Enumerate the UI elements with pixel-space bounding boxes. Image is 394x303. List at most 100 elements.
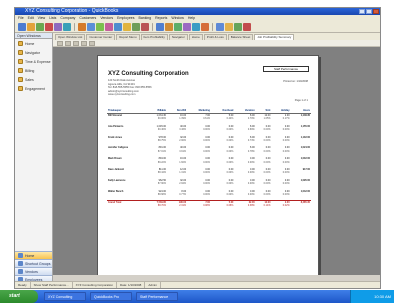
sidebar-item-sales[interactable]: Sales xyxy=(15,75,52,84)
sidebar-item-home[interactable]: Home xyxy=(15,39,52,48)
percent-cell: 0.70% xyxy=(247,117,255,121)
window-title: XYZ Consulting Corporation - QuickBooks xyxy=(25,8,119,14)
minimize-icon[interactable] xyxy=(359,9,365,14)
toolbar-button-icon[interactable] xyxy=(123,22,131,31)
close-icon[interactable] xyxy=(373,9,379,14)
percent-cell: 0.00% xyxy=(226,149,234,153)
percent-cell: 2.90% xyxy=(179,139,187,143)
company-name: XYZ Consulting Corporation xyxy=(108,71,189,77)
percent-cell: 0.00% xyxy=(263,139,271,143)
percent-cell: 2.31% xyxy=(179,204,187,208)
percent-cell: 0.00% xyxy=(282,171,290,175)
title-bar[interactable]: XYZ Consulting Corporation - QuickBooks xyxy=(15,8,380,15)
percent-cell: 2.92% xyxy=(179,182,187,186)
toolbar-button-icon[interactable] xyxy=(87,22,95,31)
toolbar-button-icon[interactable] xyxy=(201,22,209,31)
toolbar-button-icon[interactable] xyxy=(243,22,251,31)
toolbar-button-icon[interactable] xyxy=(141,22,149,31)
taskbar-task[interactable]: XYZ Consulting xyxy=(44,292,86,301)
toolbar-button-icon[interactable] xyxy=(18,22,26,31)
sidebar-item-billing[interactable]: Billing xyxy=(15,66,52,75)
toolbar-button-icon[interactable] xyxy=(183,22,191,31)
toolbar-button-icon[interactable] xyxy=(225,22,233,31)
print-icon[interactable] xyxy=(57,40,63,46)
percent-cell: 0.00% xyxy=(203,160,210,164)
percent-cell: 0.14% xyxy=(263,204,271,208)
app-window: XYZ Consulting Corporation - QuickBooks … xyxy=(14,7,381,289)
empty-cell xyxy=(291,139,311,142)
printed-date: Printed on: 1/10/2008 xyxy=(283,80,308,83)
icon-toolbar xyxy=(15,21,380,33)
next-page-icon[interactable] xyxy=(81,40,87,46)
percent-cell: 0.00% xyxy=(282,128,290,132)
maximize-icon[interactable] xyxy=(366,9,372,14)
sidebar-item-time-expense[interactable]: Time & Expense xyxy=(15,57,52,66)
engagement-icon xyxy=(18,86,23,91)
toolbar-button-icon[interactable] xyxy=(45,22,53,31)
percent-cell: 0.00% xyxy=(263,128,271,132)
toolbar-button-icon[interactable] xyxy=(114,22,122,31)
toolbar-button-icon[interactable] xyxy=(216,22,224,31)
toolbar-button-icon[interactable] xyxy=(36,22,44,31)
empty-cell xyxy=(291,204,311,207)
toolbar-button-icon[interactable] xyxy=(174,22,182,31)
percent-cell: 3.91% xyxy=(179,149,187,153)
sidebar: Open Windows Home Navigator Time & Expense… xyxy=(15,33,53,283)
export-icon[interactable] xyxy=(89,40,95,46)
percent-cell: 0.61% xyxy=(203,117,210,121)
sidebar-item-label: Engagement xyxy=(25,86,45,91)
status-field: Ready xyxy=(15,282,31,288)
sidebar-item-engagement[interactable]: Engagement xyxy=(15,84,52,93)
sidebar-button-home[interactable]: Home xyxy=(15,251,52,259)
empty-cell xyxy=(291,128,311,131)
toolbar-button-icon[interactable] xyxy=(105,22,113,31)
screenshot: XYZ Consulting Corporation - QuickBooks … xyxy=(0,0,394,303)
toolbar-button-icon[interactable] xyxy=(192,22,200,31)
toolbar-separator xyxy=(212,22,213,31)
sidebar-item-navigator[interactable]: Navigator xyxy=(15,48,52,57)
prev-page-icon[interactable] xyxy=(73,40,79,46)
report-toolbar xyxy=(53,40,380,47)
percent-cell: 0.00% xyxy=(203,139,210,143)
percent-cell: 87.01% xyxy=(157,149,166,153)
percent-cell: 0.00% xyxy=(203,193,210,197)
toolbar-button-icon[interactable] xyxy=(132,22,140,31)
navigator-icon xyxy=(18,50,23,55)
status-field: Date: 1/10/2008 xyxy=(117,282,146,288)
empty-cell xyxy=(291,161,311,164)
billing-icon xyxy=(18,68,23,73)
taskbar-task[interactable]: QuickBooks Pro xyxy=(90,292,132,301)
empty-cell xyxy=(291,193,311,196)
staff-performance-table: Timekeeper Billable Non-Bill Marketing Overh… xyxy=(107,109,311,212)
percent-cell: 90.06% xyxy=(157,117,166,121)
percent-cell: 0.00% xyxy=(226,182,234,186)
start-button[interactable]: start xyxy=(0,290,38,303)
percent-cell: 3.46% xyxy=(179,128,187,132)
percent-cell: 0.00% xyxy=(282,139,290,143)
toolbar-button-icon[interactable] xyxy=(156,22,164,31)
toolbar-button-icon[interactable] xyxy=(96,22,104,31)
sidebar-item-label: Home xyxy=(25,41,35,46)
toolbar-button-icon[interactable] xyxy=(165,22,173,31)
percent-cell: 88.44% xyxy=(157,171,166,175)
toolbar-button-icon[interactable] xyxy=(234,22,242,31)
report-preview-area[interactable]: Staff Performance XYZ Consulting Corpora… xyxy=(53,47,380,275)
empty-cell xyxy=(291,150,311,153)
toolbar-button-icon[interactable] xyxy=(27,22,35,31)
shortcut-icon xyxy=(18,261,23,266)
toolbar-button-icon[interactable] xyxy=(54,22,62,31)
taskbar-task[interactable]: Staff Performance xyxy=(136,292,178,301)
percent-cell: 1.05% xyxy=(263,117,271,121)
sidebar-buttons: Home Shortcut Groups Vendors Employees xyxy=(15,251,52,283)
zoom-icon[interactable] xyxy=(65,40,71,46)
sidebar-item-label: Billing xyxy=(25,68,35,73)
toolbar-button-icon[interactable] xyxy=(63,22,71,31)
sidebar-button-shortcut-groups[interactable]: Shortcut Groups xyxy=(15,259,52,267)
percent-cell: 89.22% xyxy=(157,160,166,164)
percent-cell: 88.75% xyxy=(157,139,166,143)
percent-cell: 0.00% xyxy=(226,128,234,132)
toolbar-button-icon[interactable] xyxy=(78,22,86,31)
percent-cell: 0.00% xyxy=(247,171,255,175)
percent-cell: 0.00% xyxy=(203,182,210,186)
sidebar-button-vendors[interactable]: Vendors xyxy=(15,267,52,275)
